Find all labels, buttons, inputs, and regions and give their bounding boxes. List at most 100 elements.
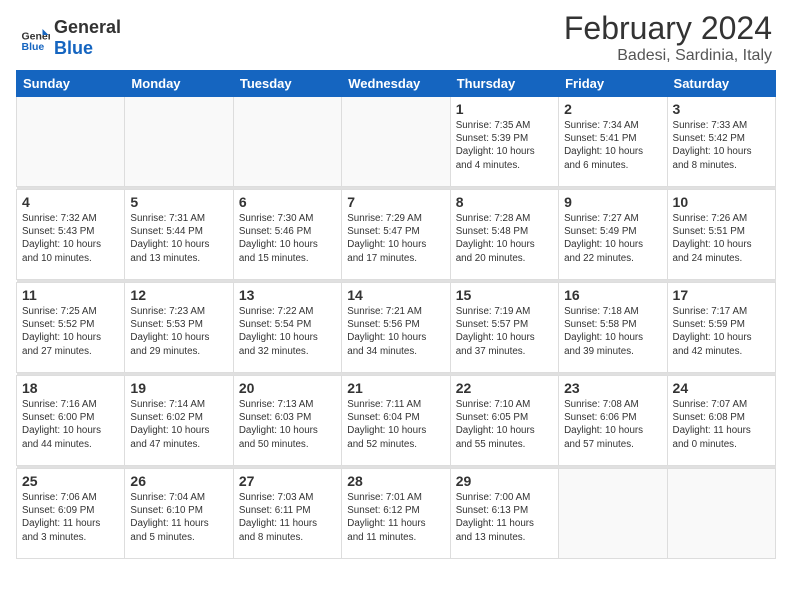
day-info-26: Sunrise: 7:04 AM Sunset: 6:10 PM Dayligh… <box>130 491 227 544</box>
day-cell-22: 22 Sunrise: 7:10 AM Sunset: 6:05 PM Dayli… <box>450 376 558 466</box>
day-info-21: Sunrise: 7:11 AM Sunset: 6:04 PM Dayligh… <box>347 398 444 451</box>
day-cell-18: 18Sunrise: 7:16 AM Sunset: 6:00 PM Dayli… <box>17 376 125 466</box>
day-number-28: 28 <box>347 473 444 489</box>
day-cell-3: 3Sunrise: 7:33 AM Sunset: 5:42 PM Daylig… <box>667 97 775 187</box>
day-cell-2: 2 Sunrise: 7:34 AM Sunset: 5:41 PM Daylig… <box>559 97 667 187</box>
day-cell-empty <box>342 97 450 187</box>
day-cell-6: 6 Sunrise: 7:30 AM Sunset: 5:46 PM Daylig… <box>233 190 341 280</box>
header: General Blue General Blue February 2024 … <box>0 0 792 70</box>
day-number-24: 24 <box>673 380 770 396</box>
day-number-25: 25 <box>22 473 119 489</box>
day-info-27: Sunrise: 7:03 AM Sunset: 6:11 PM Dayligh… <box>239 491 336 544</box>
day-info-20: Sunrise: 7:13 AM Sunset: 6:03 PM Dayligh… <box>239 398 336 451</box>
day-cell-10: 10Sunrise: 7:26 AM Sunset: 5:51 PM Dayli… <box>667 190 775 280</box>
day-info-6: Sunrise: 7:30 AM Sunset: 5:46 PM Dayligh… <box>239 212 336 265</box>
day-number-22: 22 <box>456 380 553 396</box>
day-info-19: Sunrise: 7:14 AM Sunset: 6:02 PM Dayligh… <box>130 398 227 451</box>
day-cell-8: 8 Sunrise: 7:28 AM Sunset: 5:48 PM Daylig… <box>450 190 558 280</box>
day-cell-12: 12Sunrise: 7:23 AM Sunset: 5:53 PM Dayli… <box>125 283 233 373</box>
day-cell-5: 5Sunrise: 7:31 AM Sunset: 5:44 PM Daylig… <box>125 190 233 280</box>
day-header-sunday: Sunday <box>17 71 125 97</box>
day-info-7: Sunrise: 7:29 AM Sunset: 5:47 PM Dayligh… <box>347 212 444 265</box>
day-info-8: Sunrise: 7:28 AM Sunset: 5:48 PM Dayligh… <box>456 212 553 265</box>
day-info-25: Sunrise: 7:06 AM Sunset: 6:09 PM Dayligh… <box>22 491 119 544</box>
day-cell-19: 19 Sunrise: 7:14 AM Sunset: 6:02 PM Dayli… <box>125 376 233 466</box>
day-info-28: Sunrise: 7:01 AM Sunset: 6:12 PM Dayligh… <box>347 491 444 544</box>
day-number-1: 1 <box>456 101 553 117</box>
day-header-monday: Monday <box>125 71 233 97</box>
day-cell-empty <box>125 97 233 187</box>
week-row-0: 1Sunrise: 7:35 AM Sunset: 5:39 PM Daylig… <box>17 97 776 187</box>
day-cell-24: 24 Sunrise: 7:07 AM Sunset: 6:08 PM Dayli… <box>667 376 775 466</box>
day-cell-21: 21 Sunrise: 7:11 AM Sunset: 6:04 PM Dayli… <box>342 376 450 466</box>
day-info-9: Sunrise: 7:27 AM Sunset: 5:49 PM Dayligh… <box>564 212 661 265</box>
day-cell-26: 26Sunrise: 7:04 AM Sunset: 6:10 PM Dayli… <box>125 469 233 559</box>
day-info-13: Sunrise: 7:22 AM Sunset: 5:54 PM Dayligh… <box>239 305 336 358</box>
day-header-friday: Friday <box>559 71 667 97</box>
day-cell-7: 7 Sunrise: 7:29 AM Sunset: 5:47 PM Daylig… <box>342 190 450 280</box>
day-number-29: 29 <box>456 473 553 489</box>
week-row-1: 4 Sunrise: 7:32 AM Sunset: 5:43 PM Daylig… <box>17 190 776 280</box>
day-info-4: Sunrise: 7:32 AM Sunset: 5:43 PM Dayligh… <box>22 212 119 265</box>
day-number-11: 11 <box>22 287 119 303</box>
day-number-19: 19 <box>130 380 227 396</box>
day-info-22: Sunrise: 7:10 AM Sunset: 6:05 PM Dayligh… <box>456 398 553 451</box>
calendar-wrapper: SundayMondayTuesdayWednesdayThursdayFrid… <box>0 70 792 567</box>
location-subtitle: Badesi, Sardinia, Italy <box>564 47 772 65</box>
calendar-table: SundayMondayTuesdayWednesdayThursdayFrid… <box>16 70 776 559</box>
day-number-21: 21 <box>347 380 444 396</box>
day-number-7: 7 <box>347 194 444 210</box>
day-header-saturday: Saturday <box>667 71 775 97</box>
day-info-18: Sunrise: 7:16 AM Sunset: 6:00 PM Dayligh… <box>22 398 119 451</box>
week-row-2: 11 Sunrise: 7:25 AM Sunset: 5:52 PM Dayli… <box>17 283 776 373</box>
day-number-15: 15 <box>456 287 553 303</box>
day-number-17: 17 <box>673 287 770 303</box>
day-header-tuesday: Tuesday <box>233 71 341 97</box>
day-cell-27: 27 Sunrise: 7:03 AM Sunset: 6:11 PM Dayli… <box>233 469 341 559</box>
day-info-24: Sunrise: 7:07 AM Sunset: 6:08 PM Dayligh… <box>673 398 770 451</box>
week-row-3: 18Sunrise: 7:16 AM Sunset: 6:00 PM Dayli… <box>17 376 776 466</box>
day-cell-28: 28 Sunrise: 7:01 AM Sunset: 6:12 PM Dayli… <box>342 469 450 559</box>
day-cell-empty <box>17 97 125 187</box>
logo-icon: General Blue <box>20 23 50 53</box>
day-header-wednesday: Wednesday <box>342 71 450 97</box>
day-cell-empty <box>667 469 775 559</box>
day-cell-14: 14Sunrise: 7:21 AM Sunset: 5:56 PM Dayli… <box>342 283 450 373</box>
day-cell-25: 25 Sunrise: 7:06 AM Sunset: 6:09 PM Dayli… <box>17 469 125 559</box>
day-info-16: Sunrise: 7:18 AM Sunset: 5:58 PM Dayligh… <box>564 305 661 358</box>
day-cell-23: 23Sunrise: 7:08 AM Sunset: 6:06 PM Dayli… <box>559 376 667 466</box>
day-cell-15: 15 Sunrise: 7:19 AM Sunset: 5:57 PM Dayli… <box>450 283 558 373</box>
day-header-thursday: Thursday <box>450 71 558 97</box>
day-info-10: Sunrise: 7:26 AM Sunset: 5:51 PM Dayligh… <box>673 212 770 265</box>
week-row-4: 25 Sunrise: 7:06 AM Sunset: 6:09 PM Dayli… <box>17 469 776 559</box>
day-info-11: Sunrise: 7:25 AM Sunset: 5:52 PM Dayligh… <box>22 305 119 358</box>
day-cell-9: 9 Sunrise: 7:27 AM Sunset: 5:49 PM Daylig… <box>559 190 667 280</box>
day-number-13: 13 <box>239 287 336 303</box>
day-info-5: Sunrise: 7:31 AM Sunset: 5:44 PM Dayligh… <box>130 212 227 265</box>
month-year-title: February 2024 <box>564 10 772 47</box>
logo-blue: Blue <box>54 38 121 59</box>
day-number-9: 9 <box>564 194 661 210</box>
day-cell-17: 17 Sunrise: 7:17 AM Sunset: 5:59 PM Dayli… <box>667 283 775 373</box>
day-info-2: Sunrise: 7:34 AM Sunset: 5:41 PM Dayligh… <box>564 119 661 172</box>
day-cell-empty <box>559 469 667 559</box>
day-header-row: SundayMondayTuesdayWednesdayThursdayFrid… <box>17 71 776 97</box>
day-number-2: 2 <box>564 101 661 117</box>
day-info-14: Sunrise: 7:21 AM Sunset: 5:56 PM Dayligh… <box>347 305 444 358</box>
day-cell-16: 16Sunrise: 7:18 AM Sunset: 5:58 PM Dayli… <box>559 283 667 373</box>
day-number-4: 4 <box>22 194 119 210</box>
day-number-27: 27 <box>239 473 336 489</box>
day-number-3: 3 <box>673 101 770 117</box>
svg-text:Blue: Blue <box>22 41 45 53</box>
day-info-29: Sunrise: 7:00 AM Sunset: 6:13 PM Dayligh… <box>456 491 553 544</box>
day-info-15: Sunrise: 7:19 AM Sunset: 5:57 PM Dayligh… <box>456 305 553 358</box>
day-cell-20: 20 Sunrise: 7:13 AM Sunset: 6:03 PM Dayli… <box>233 376 341 466</box>
day-number-20: 20 <box>239 380 336 396</box>
day-number-8: 8 <box>456 194 553 210</box>
day-info-17: Sunrise: 7:17 AM Sunset: 5:59 PM Dayligh… <box>673 305 770 358</box>
day-cell-empty <box>233 97 341 187</box>
day-cell-11: 11 Sunrise: 7:25 AM Sunset: 5:52 PM Dayli… <box>17 283 125 373</box>
day-info-23: Sunrise: 7:08 AM Sunset: 6:06 PM Dayligh… <box>564 398 661 451</box>
day-number-6: 6 <box>239 194 336 210</box>
day-cell-29: 29 Sunrise: 7:00 AM Sunset: 6:13 PM Dayli… <box>450 469 558 559</box>
